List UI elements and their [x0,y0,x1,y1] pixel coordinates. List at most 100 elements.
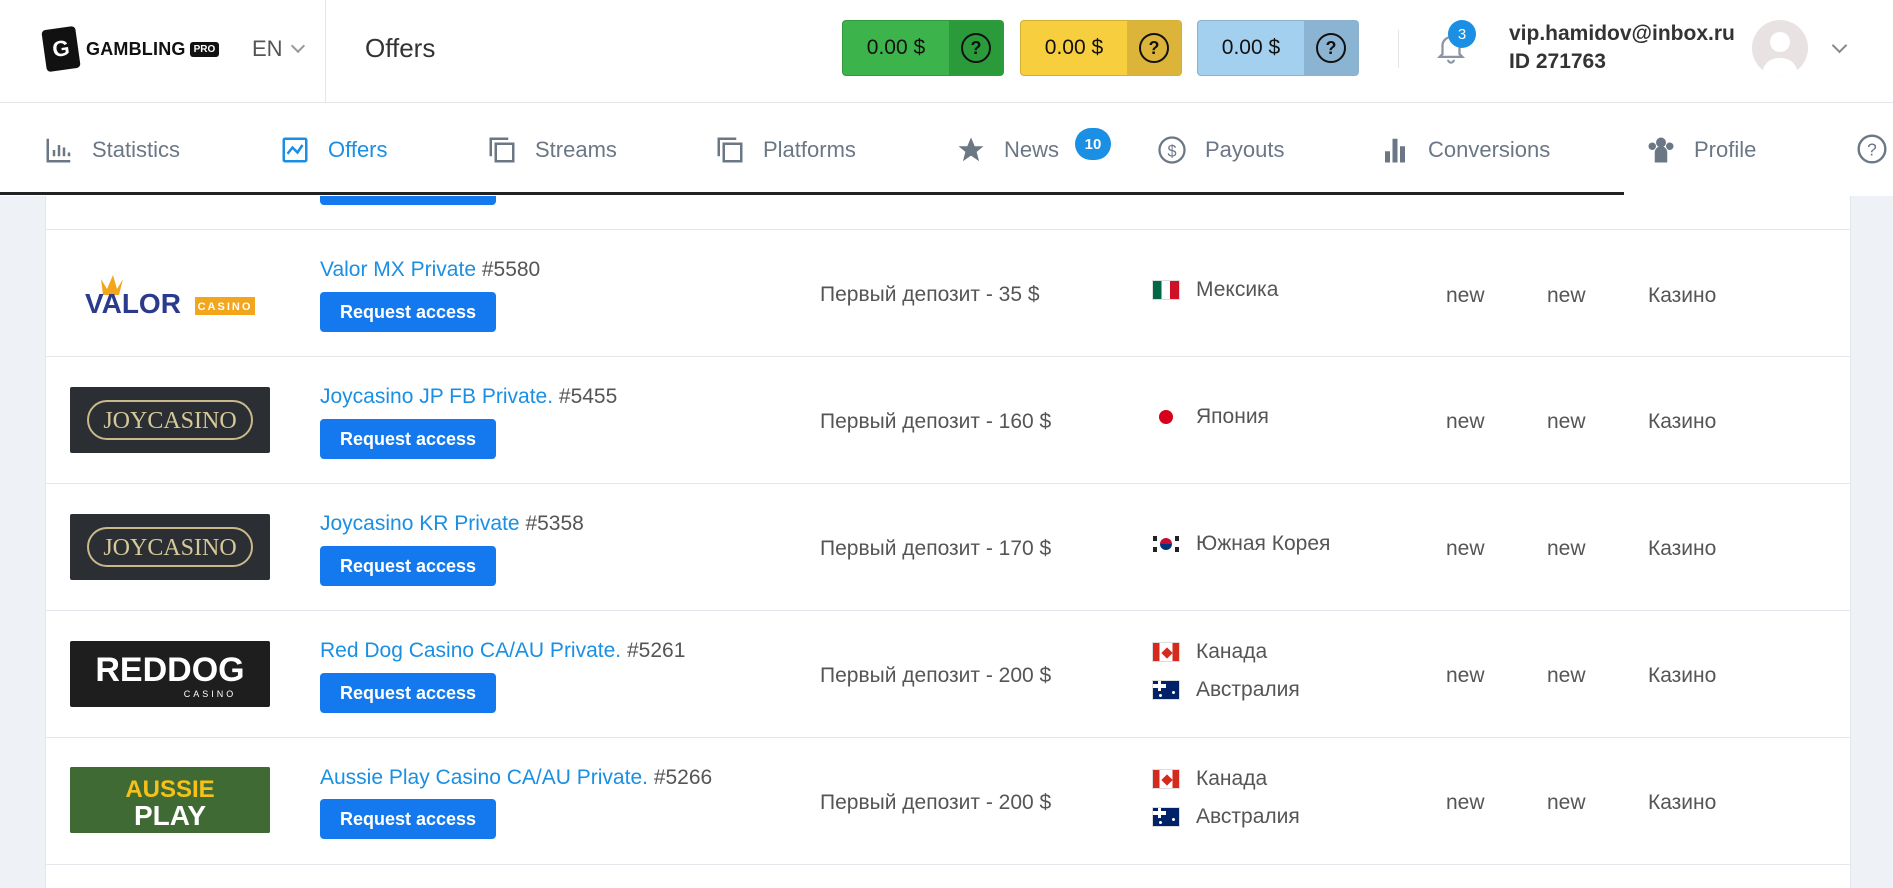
request-access-button[interactable]: Request access [320,799,496,839]
south-korea-flag-icon [1152,534,1180,554]
offer-name-link[interactable]: Valor MX Private #5580 [320,258,540,282]
offer-name-link[interactable]: Joycasino KR Private #5358 [320,512,584,536]
row-divider [45,864,1851,865]
country-name: Канада [1196,640,1268,663]
country-name: Мексика [1196,278,1279,301]
balance-blue[interactable]: 0.00 $ ? [1197,20,1359,76]
status-cell: new [1446,791,1485,814]
svg-text:$: $ [1167,142,1176,160]
nav-label: News [1004,137,1060,162]
offer-id: #5266 [653,766,713,789]
nav-news[interactable]: News [956,133,1059,167]
nav-platforms[interactable]: Platforms [715,133,856,167]
offer-name[interactable]: Joycasino JP FB Private. [320,385,553,408]
svg-text:PLAY: PLAY [134,800,206,831]
user-id: ID 271763 [1509,50,1606,73]
request-access-button[interactable]: Request access [320,546,496,586]
request-access-button[interactable]: Request access [320,292,496,332]
country: Южная Корея [1152,532,1330,556]
category-cell: Казино [1648,537,1717,560]
australia-flag-icon [1152,807,1180,827]
offer-name[interactable]: Red Dog Casino CA/AU Private. [320,639,621,662]
logo-pro-badge: PRO [189,41,220,57]
offer-logo[interactable]: JOYCASINO [70,514,270,580]
offer-logo[interactable]: JOYCASINO [70,387,270,453]
copy-icon [489,137,515,163]
country-name: Южная Корея [1196,532,1331,555]
user-menu-chevron-icon[interactable] [1831,37,1848,54]
dollar-icon: $ [1158,136,1186,164]
deposit-text: Первый депозит - 160 $ [820,410,1052,433]
language-selector[interactable]: EN [252,36,305,62]
help-circle-icon[interactable]: ? [1856,133,1888,165]
nav-label: Platforms [763,137,856,162]
nav-label: Offers [328,137,388,162]
canada-flag-icon [1152,769,1180,789]
offer-logo[interactable]: VALOR CASINO [70,264,270,330]
country: Япония [1152,405,1269,429]
question-icon: ? [961,33,991,63]
offer-name-link[interactable]: Aussie Play Casino CA/AU Private. #5266 [320,766,712,790]
offer-name[interactable]: Joycasino KR Private [320,512,520,535]
nav-statistics[interactable]: Statistics [44,133,180,167]
request-access-button[interactable]: Request access [320,419,496,459]
category-cell: Казино [1648,791,1717,814]
users-icon [1648,137,1674,163]
offer-logo[interactable]: REDDOG CASINO [70,641,270,707]
svg-text:JOYCASINO: JOYCASINO [103,408,236,434]
nav-offers[interactable]: Offers [280,133,388,167]
request-access-button[interactable]: Request access [320,673,496,713]
mexico-flag-icon [1152,280,1180,300]
offer-logo[interactable]: AUSSIE PLAY [70,767,270,833]
brand-logo[interactable]: G GAMBLING PRO [41,25,220,73]
aussieplay-logo-image: AUSSIE PLAY [70,767,270,833]
notification-badge: 3 [1448,20,1476,48]
request-access-button[interactable] [320,196,496,205]
offer-name-link[interactable]: Joycasino JP FB Private. #5455 [320,385,617,409]
category-cell: Казино [1648,410,1717,433]
nav-payouts[interactable]: $ Payouts [1157,133,1285,167]
nav-conversions[interactable]: Conversions [1380,133,1550,167]
svg-text:VALOR: VALOR [85,288,181,319]
help-button[interactable]: ? [1127,21,1181,75]
nav-label: Statistics [92,137,181,162]
chart-line-icon [282,137,308,163]
reddog-logo-image: REDDOG CASINO [95,651,244,699]
svg-text:?: ? [1867,140,1877,160]
canada-flag-icon [1152,642,1180,662]
offer-name[interactable]: Aussie Play Casino CA/AU Private. [320,766,648,789]
offer-id: #5261 [626,639,686,662]
nav-label: Payouts [1205,137,1285,162]
svg-text:CASINO: CASINO [198,301,253,313]
header-divider [325,0,326,103]
offer-name[interactable]: Valor MX Private [320,258,476,281]
help-button[interactable]: ? [949,21,1003,75]
balance-green[interactable]: 0.00 $ ? [842,20,1004,76]
svg-text:AUSSIE: AUSSIE [125,776,214,803]
country-name: Канада [1196,767,1268,790]
nav-label: Profile [1694,137,1757,162]
valor-logo-image: VALOR CASINO [85,275,255,319]
status-cell: new [1446,284,1485,307]
balance-yellow[interactable]: 0.00 $ ? [1020,20,1182,76]
nav-profile[interactable]: Profile [1646,133,1756,167]
balance-amount: 0.00 $ [1044,36,1104,59]
top-header: G GAMBLING PRO EN Offers 0.00 $ ? 0.00 $… [0,0,1893,103]
category-cell: Казино [1648,284,1717,307]
category-cell: Казино [1648,664,1717,687]
star-icon [958,137,984,162]
user-email: vip.hamidov@inbox.ru [1509,22,1735,45]
status-cell: new [1547,410,1586,433]
bars-icon [1385,138,1405,163]
help-button[interactable]: ? [1304,21,1358,75]
question-icon: ? [1316,33,1346,63]
country-name: Австралия [1196,805,1300,828]
nav-streams[interactable]: Streams [487,133,617,167]
copy-icon [717,137,743,163]
bar-chart-icon [46,138,71,163]
offer-name-link[interactable]: Red Dog Casino CA/AU Private. #5261 [320,639,685,663]
svg-text:CASINO: CASINO [184,689,237,699]
balance-amount: 0.00 $ [866,36,926,59]
japan-flag-icon [1152,407,1180,427]
avatar[interactable] [1752,20,1808,76]
